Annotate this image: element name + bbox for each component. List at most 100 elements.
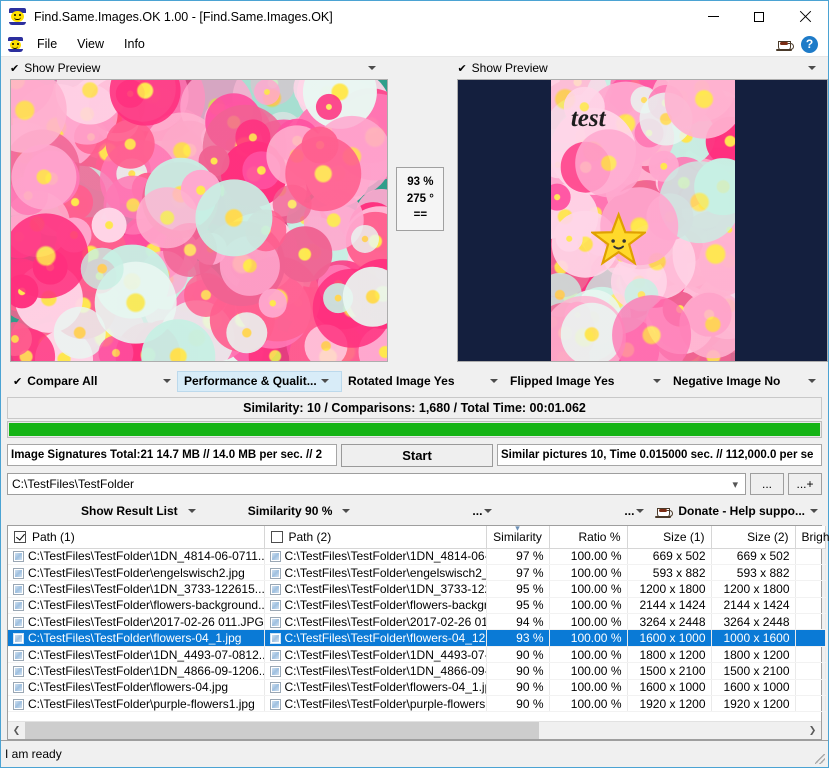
chevron-down-icon[interactable] (653, 379, 661, 383)
help-icon[interactable]: ? (801, 35, 818, 53)
path2-checkbox[interactable] (270, 530, 283, 543)
chevron-down-icon[interactable] (342, 509, 351, 513)
cell-size1-text: 1920 x 1200 (639, 696, 706, 711)
cell-ratio-text: 100.00 % (570, 680, 622, 695)
table-row[interactable]: C:\TestFiles\TestFolder\1DN_3733-122615.… (8, 580, 826, 598)
table-row[interactable]: C:\TestFiles\TestFolder\1DN_4866-09-1206… (8, 662, 826, 680)
table-row[interactable]: C:\TestFiles\TestFolder\flowers-04.jpg C:… (8, 679, 826, 697)
column-header-size2[interactable]: Size (2) (711, 526, 796, 549)
menu-bar-right: ? (776, 35, 828, 53)
cell-size1-text: 593 x 882 (652, 565, 706, 580)
option-flipped-image[interactable]: Flipped Image Yes (504, 371, 667, 392)
cell-size1-text: 1600 x 1000 (639, 631, 706, 646)
minimize-icon (707, 16, 719, 17)
column-header-brightness[interactable]: Brigh (795, 526, 829, 549)
coffee-cup-icon[interactable] (776, 37, 794, 51)
donate-dropdown[interactable]: Donate - Help suppo... (655, 504, 822, 518)
start-button[interactable]: Start (341, 443, 493, 467)
cell-ratio-text: 100.00 % (570, 549, 622, 564)
scrollbar-thumb[interactable] (25, 722, 540, 739)
file-icon (13, 567, 24, 579)
chevron-down-icon[interactable] (808, 379, 816, 383)
horizontal-scrollbar[interactable]: ❮ ❯ (8, 721, 821, 739)
chevron-down-icon[interactable] (808, 66, 816, 70)
option-negative-image[interactable]: Negative Image No (667, 371, 822, 392)
similarity-threshold-dropdown[interactable]: Similarity 90 % (242, 504, 357, 518)
title-bar: Find.Same.Images.OK 1.00 - [Find.Same.Im… (1, 1, 828, 32)
add-folder-button[interactable]: ...+ (788, 473, 822, 495)
column-header-ratio[interactable]: Ratio % (549, 526, 628, 549)
cell-size1-text: 1600 x 1000 (639, 680, 706, 695)
column-header-path1[interactable]: Path (1) (8, 526, 265, 549)
chevron-down-icon[interactable] (490, 379, 498, 383)
match-percent: 93 % (407, 175, 434, 188)
preview-image-right[interactable]: test (457, 79, 828, 362)
file-icon (269, 682, 281, 694)
maximize-icon (754, 11, 764, 22)
path-combobox[interactable]: C:\TestFiles\TestFolder ▾ (7, 473, 746, 495)
cell-brightness (795, 679, 826, 697)
maximize-button[interactable] (736, 1, 782, 32)
more-options-1-dropdown[interactable]: ... (466, 504, 498, 518)
column-header-similarity[interactable]: ▾ Similarity (486, 524, 550, 549)
cell-path1: C:\TestFiles\TestFolder\2017-02-26 011.J… (8, 613, 265, 631)
table-row[interactable]: C:\TestFiles\TestFolder\engelswisch2.jpg… (8, 564, 826, 582)
show-preview-left-toggle[interactable]: ✔ Show Preview (10, 57, 388, 79)
chevron-down-icon[interactable]: ▾ (729, 478, 741, 491)
table-row[interactable]: C:\TestFiles\TestFolder\1DN_4814-06-0711… (8, 548, 826, 565)
cell-path2: C:\TestFiles\TestFolder\2017-02-26 01... (264, 613, 487, 631)
path1-checkbox[interactable] (14, 530, 26, 543)
check-icon: ✔ (457, 62, 467, 75)
table-row[interactable]: C:\TestFiles\TestFolder\flowers-backgrou… (8, 597, 826, 615)
menu-item-info[interactable]: Info (114, 34, 155, 54)
option-compare-all[interactable]: ✔ Compare All (7, 371, 177, 392)
table-row[interactable]: C:\TestFiles\TestFolder\purple-flowers1.… (8, 695, 826, 713)
show-preview-right-toggle[interactable]: ✔ Show Preview (457, 57, 828, 79)
chevron-down-icon[interactable] (163, 379, 171, 383)
browse-button[interactable]: ... (750, 473, 784, 495)
more-options-2-dropdown[interactable]: ... (618, 504, 650, 518)
option-performance-quality[interactable]: Performance & Qualit... (177, 370, 342, 392)
chevron-down-icon[interactable] (368, 66, 377, 70)
minimize-button[interactable] (690, 1, 736, 32)
cell-size2: 2144 x 1424 (711, 597, 796, 615)
table-row[interactable]: C:\TestFiles\TestFolder\1DN_4493-07-0812… (8, 646, 826, 664)
scroll-right-icon[interactable]: ❯ (804, 722, 821, 739)
preview-image-left[interactable] (10, 79, 389, 362)
cell-path1: C:\TestFiles\TestFolder\engelswisch2.jpg (8, 564, 265, 582)
scrollbar-track[interactable] (25, 722, 804, 739)
cell-size1: 593 x 882 (627, 564, 712, 582)
cell-size2-text: 593 x 882 (736, 565, 790, 580)
cell-path2-text: C:\TestFiles\TestFolder\flowers-backgr..… (284, 598, 486, 613)
menu-item-view[interactable]: View (67, 34, 114, 54)
cell-path2: C:\TestFiles\TestFolder\1DN_4814-06-... (264, 548, 487, 565)
cell-path1-text: C:\TestFiles\TestFolder\flowers-04.jpg (28, 680, 229, 695)
chevron-down-icon[interactable] (810, 509, 818, 513)
column-header-size1[interactable]: Size (1) (627, 526, 712, 549)
cell-size2-text: 2144 x 1424 (723, 598, 790, 613)
table-row[interactable]: C:\TestFiles\TestFolder\2017-02-26 011.J… (8, 613, 826, 631)
close-button[interactable] (782, 1, 828, 32)
cell-path2-text: C:\TestFiles\TestFolder\1DN_4814-06-... (284, 549, 486, 564)
resize-grip-icon[interactable] (815, 754, 825, 764)
chevron-down-icon[interactable] (484, 509, 493, 513)
chevron-down-icon[interactable] (636, 509, 645, 513)
chevron-down-icon[interactable] (187, 509, 196, 513)
file-icon (13, 682, 24, 694)
cell-path1-text: C:\TestFiles\TestFolder\1DN_4493-07-0812… (28, 647, 264, 662)
cell-path1-text: C:\TestFiles\TestFolder\purple-flowers1.… (28, 696, 255, 711)
table-row[interactable]: C:\TestFiles\TestFolder\flowers-04_1.jpg… (8, 629, 826, 647)
cell-ratio: 100.00 % (549, 548, 628, 565)
menu-item-file[interactable]: File (27, 34, 67, 54)
cell-path1-text: C:\TestFiles\TestFolder\1DN_3733-122615.… (28, 581, 264, 596)
cell-path2-text: C:\TestFiles\TestFolder\2017-02-26 01... (284, 614, 486, 629)
show-result-list-dropdown[interactable]: Show Result List (75, 504, 202, 518)
column-header-path2[interactable]: Path (2) (264, 526, 487, 549)
option-rotated-image[interactable]: Rotated Image Yes (342, 371, 504, 392)
cell-path2-text: C:\TestFiles\TestFolder\flowers-04_1.jpg (284, 680, 486, 695)
chevron-down-icon[interactable] (320, 379, 329, 383)
cell-similarity-text: 94 % (516, 614, 544, 629)
scroll-left-icon[interactable]: ❮ (8, 722, 25, 739)
cell-brightness (795, 548, 826, 565)
file-icon (269, 600, 281, 612)
